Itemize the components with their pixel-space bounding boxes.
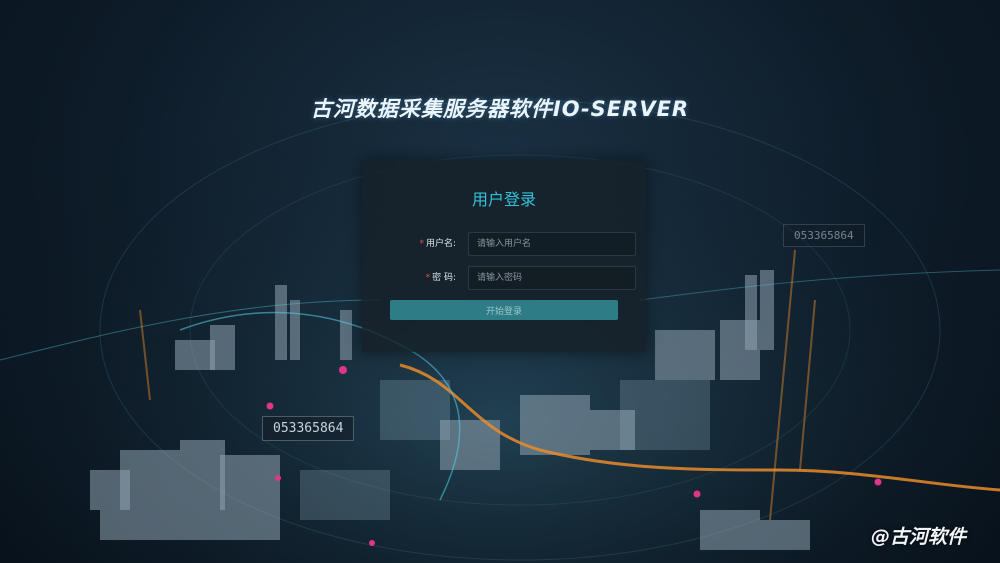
required-mark: * bbox=[419, 239, 424, 249]
username-input[interactable] bbox=[468, 232, 636, 256]
login-panel: 用户登录 *用户名: *密 码: 开始登录 bbox=[362, 160, 646, 352]
app-title: 古河数据采集服务器软件IO-SERVER bbox=[310, 97, 690, 121]
password-input[interactable] bbox=[468, 266, 636, 290]
required-mark: * bbox=[425, 273, 431, 283]
username-row: * 用户名: bbox=[362, 232, 646, 256]
login-heading: 用户登录 bbox=[471, 190, 536, 209]
watermark: @古河软件 bbox=[870, 526, 966, 548]
login-button[interactable]: 开始登录 bbox=[390, 300, 618, 320]
username-label-text: 用户名: bbox=[425, 239, 456, 249]
username-label: * 用户名: bbox=[382, 232, 456, 256]
password-row: * 密 码: bbox=[362, 266, 646, 290]
password-label-text: 密 码: bbox=[432, 273, 456, 283]
number-tag: 053365864 bbox=[262, 416, 355, 441]
number-tag: 053365864 bbox=[783, 224, 865, 247]
password-label: * 密 码: bbox=[382, 266, 456, 290]
